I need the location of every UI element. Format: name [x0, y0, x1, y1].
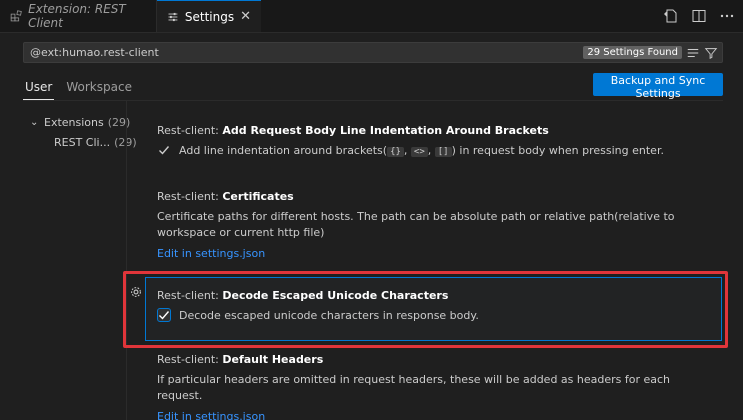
open-json-icon[interactable]: [663, 8, 679, 24]
chevron-down-icon: ⌄: [30, 116, 39, 128]
sash[interactable]: [126, 101, 127, 420]
setting-description: If particular headers are omitted in req…: [157, 373, 671, 402]
setting-default-headers: Rest-client: Default Headers If particul…: [157, 353, 717, 420]
toc-item-extensions[interactable]: ⌄ Extensions (29): [30, 112, 137, 132]
setting-checkbox-row: Add line indentation around brackets({},…: [157, 143, 664, 157]
settings-sliders-icon: [168, 12, 178, 21]
tab-workspace[interactable]: Workspace: [64, 76, 134, 100]
close-icon[interactable]: ✕: [240, 9, 251, 24]
check-icon: [159, 146, 170, 155]
split-editor-icon[interactable]: [691, 8, 707, 24]
setting-title: Rest-client: Add Request Body Line Inden…: [157, 124, 549, 137]
settings-count-badge: 29 Settings Found: [583, 46, 682, 59]
toc-label: REST Cli...: [54, 135, 111, 149]
setting-add-request-body-indentation: Rest-client: Add Request Body Line Inden…: [157, 124, 664, 157]
clear-filter-icon[interactable]: [686, 46, 700, 60]
tab-label: Extension: REST Client: [28, 2, 126, 30]
code-brackets: []: [434, 146, 452, 157]
setting-title: Rest-client: Certificates: [157, 190, 294, 203]
edit-in-settings-json-link[interactable]: Edit in settings.json: [157, 247, 717, 260]
more-actions-icon[interactable]: [719, 8, 735, 24]
tab-label: Settings: [184, 9, 235, 24]
tab-bar: Extension: REST Client Settings ✕: [0, 0, 743, 33]
tab-settings[interactable]: Settings ✕: [157, 0, 261, 32]
setting-certificates: Rest-client: Certificates Certificate pa…: [157, 190, 717, 260]
annotation-highlight-box: [123, 271, 728, 348]
setting-description: Certificate paths for different hosts. T…: [157, 210, 675, 239]
filter-icon[interactable]: [704, 46, 718, 60]
setting-title: Rest-client: Default Headers: [157, 353, 324, 366]
search-query: @ext:humao.rest-client: [30, 46, 159, 59]
tab-user[interactable]: User: [23, 76, 55, 100]
settings-search-input[interactable]: @ext:humao.rest-client 29 Settings Found: [23, 42, 723, 63]
extensions-icon: [10, 10, 22, 22]
checkbox[interactable]: [157, 143, 171, 157]
backup-sync-button[interactable]: Backup and Sync Settings: [593, 73, 723, 100]
settings-editor: Extension: REST Client Settings ✕ @ext:h…: [0, 0, 743, 420]
setting-description: Add line indentation around brackets({},…: [179, 143, 664, 157]
toc-label: Extensions: [44, 115, 104, 129]
code-braces: {}: [387, 146, 404, 157]
scope-tabs: User Workspace: [23, 76, 134, 100]
code-angles: <>: [410, 146, 428, 157]
tab-extension-rest-client[interactable]: Extension: REST Client: [0, 0, 157, 32]
edit-in-settings-json-link[interactable]: Edit in settings.json: [157, 410, 717, 420]
editor-actions: [663, 0, 735, 32]
divider: [23, 100, 723, 101]
toc-item-rest-client[interactable]: REST Cli... (29): [30, 132, 137, 152]
settings-toc: ⌄ Extensions (29) REST Cli... (29): [30, 112, 137, 152]
